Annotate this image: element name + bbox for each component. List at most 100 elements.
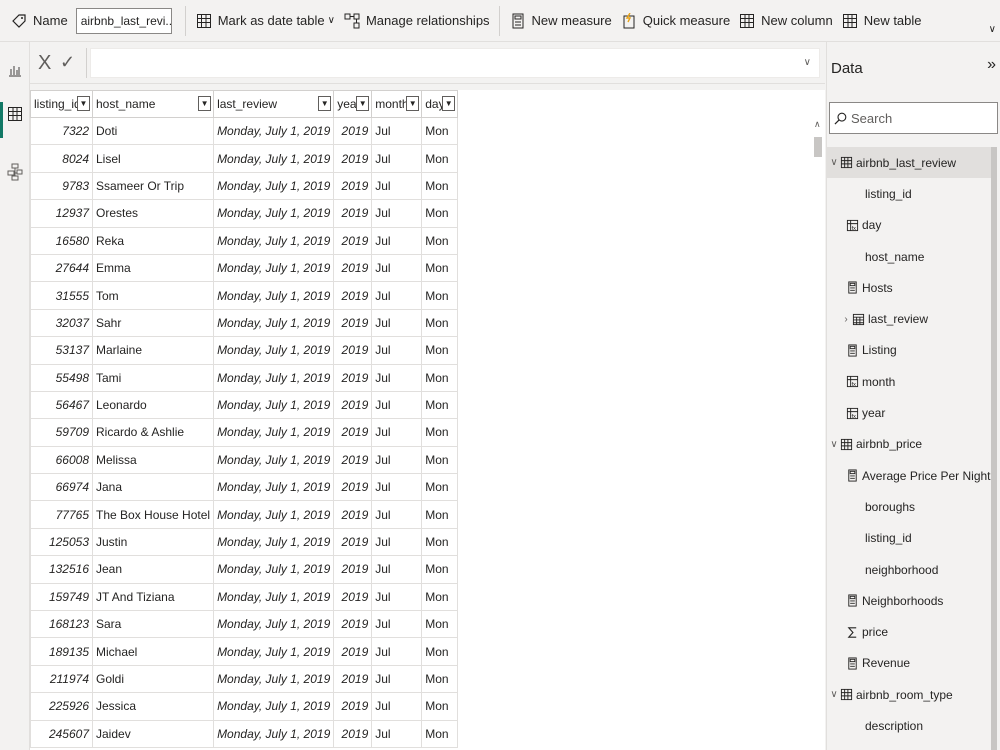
table-cell-last-review[interactable]: Monday, July 1, 2019	[213, 637, 335, 666]
table-cell-last-review[interactable]: Monday, July 1, 2019	[213, 171, 335, 201]
table-cell-listing-id[interactable]: 77765	[30, 500, 93, 529]
scroll-up-icon[interactable]: ∧	[814, 119, 821, 130]
table-cell-month[interactable]: Jul	[371, 144, 423, 173]
chevron-down-icon[interactable]: ∨	[829, 689, 839, 700]
table-cell-listing-id[interactable]: 56467	[30, 390, 93, 420]
table-cell-month[interactable]: Jul	[371, 473, 423, 502]
field-item-listing[interactable]: Listing	[827, 335, 993, 366]
table-cell-month[interactable]: Jul	[371, 226, 423, 255]
table-cell-host-name[interactable]: Emma	[91, 253, 215, 283]
table-cell-host-name[interactable]: Tom	[91, 281, 215, 310]
table-cell-day[interactable]: Mon	[421, 144, 459, 173]
column-header-4[interactable]: month ▼	[371, 90, 423, 118]
table-cell-last-review[interactable]: Monday, July 1, 2019	[213, 418, 335, 447]
name-input[interactable]: airbnb_last_revi...	[75, 7, 172, 34]
table-node-airbnb-room-type[interactable]: ∨ airbnb_room_type	[827, 679, 993, 710]
table-view-button[interactable]	[0, 100, 30, 138]
table-cell-year[interactable]: 2019	[333, 500, 373, 529]
table-cell-month[interactable]: Jul	[371, 308, 423, 338]
field-item-listing-id[interactable]: listing_id	[827, 178, 993, 209]
field-item-boroughs[interactable]: boroughs	[827, 491, 993, 522]
table-cell-host-name[interactable]: Jessica	[91, 692, 215, 721]
table-cell-host-name[interactable]: Ssameer Or Trip	[91, 171, 215, 201]
table-cell-year[interactable]: 2019	[333, 527, 373, 557]
field-item-listing-id[interactable]: listing_id	[827, 523, 993, 554]
table-node-airbnb-last-review[interactable]: ∨ airbnb_last_review	[827, 147, 993, 179]
table-cell-year[interactable]: 2019	[333, 363, 373, 392]
table-cell-month[interactable]: Jul	[371, 719, 423, 748]
table-cell-day[interactable]: Mon	[421, 719, 459, 748]
filter-dropdown-icon[interactable]: ▼	[77, 96, 90, 111]
table-cell-month[interactable]: Jul	[371, 610, 423, 639]
table-cell-last-review[interactable]: Monday, July 1, 2019	[213, 363, 335, 392]
table-cell-listing-id[interactable]: 27644	[30, 253, 93, 283]
table-cell-listing-id[interactable]: 211974	[30, 664, 93, 694]
table-cell-day[interactable]: Mon	[421, 692, 459, 721]
table-cell-host-name[interactable]: Sara	[91, 610, 215, 639]
table-cell-host-name[interactable]: Jana	[91, 473, 215, 502]
field-item-day[interactable]: fx day	[827, 210, 993, 241]
table-cell-listing-id[interactable]: 66974	[30, 473, 93, 502]
table-cell-day[interactable]: Mon	[421, 500, 459, 529]
table-cell-host-name[interactable]: Orestes	[91, 199, 215, 228]
table-cell-last-review[interactable]: Monday, July 1, 2019	[213, 445, 335, 475]
table-cell-month[interactable]: Jul	[371, 336, 423, 365]
table-cell-day[interactable]: Mon	[421, 199, 459, 228]
table-cell-month[interactable]: Jul	[371, 555, 423, 584]
field-item-average-price-per-night[interactable]: Average Price Per Night	[827, 460, 993, 491]
table-cell-year[interactable]: 2019	[333, 171, 373, 201]
model-view-button[interactable]	[0, 158, 30, 186]
table-cell-listing-id[interactable]: 159749	[30, 582, 93, 612]
new-table-button[interactable]: New table	[837, 5, 926, 37]
table-cell-year[interactable]: 2019	[333, 664, 373, 694]
table-cell-listing-id[interactable]: 125053	[30, 527, 93, 557]
table-cell-last-review[interactable]: Monday, July 1, 2019	[213, 582, 335, 612]
table-cell-host-name[interactable]: Ricardo & Ashlie	[91, 418, 215, 447]
field-item-month[interactable]: fx month	[827, 366, 993, 397]
commit-formula-icon[interactable]: ✓	[60, 52, 75, 73]
table-cell-listing-id[interactable]: 189135	[30, 637, 93, 666]
table-cell-year[interactable]: 2019	[333, 692, 373, 721]
table-cell-last-review[interactable]: Monday, July 1, 2019	[213, 199, 335, 228]
table-cell-year[interactable]: 2019	[333, 555, 373, 584]
field-item-description[interactable]: description	[827, 710, 993, 741]
table-cell-last-review[interactable]: Monday, July 1, 2019	[213, 500, 335, 529]
table-cell-day[interactable]: Mon	[421, 582, 459, 612]
field-item-host-name[interactable]: host_name	[827, 241, 993, 272]
cancel-formula-icon[interactable]: X	[38, 52, 51, 75]
table-cell-month[interactable]: Jul	[371, 390, 423, 420]
table-cell-month[interactable]: Jul	[371, 363, 423, 392]
column-header-0[interactable]: listing_id ▼	[30, 90, 93, 118]
data-search-input[interactable]: Search	[829, 102, 998, 134]
table-cell-day[interactable]: Mon	[421, 445, 459, 475]
grid-vertical-scrollbar[interactable]: ∧	[812, 115, 824, 750]
new-measure-button[interactable]: New measure	[505, 5, 616, 37]
table-cell-day[interactable]: Mon	[421, 308, 459, 338]
filter-dropdown-icon[interactable]: ▼	[442, 96, 456, 111]
table-cell-month[interactable]: Jul	[371, 281, 423, 310]
table-cell-last-review[interactable]: Monday, July 1, 2019	[213, 527, 335, 557]
table-cell-host-name[interactable]: Justin	[91, 527, 215, 557]
table-cell-listing-id[interactable]: 59709	[30, 418, 93, 447]
table-cell-listing-id[interactable]: 8024	[30, 144, 93, 173]
table-cell-month[interactable]: Jul	[371, 500, 423, 529]
table-cell-day[interactable]: Mon	[421, 637, 459, 666]
table-cell-day[interactable]: Mon	[421, 171, 459, 201]
table-cell-host-name[interactable]: JT And Tiziana	[91, 582, 215, 612]
table-cell-last-review[interactable]: Monday, July 1, 2019	[213, 664, 335, 694]
table-cell-year[interactable]: 2019	[333, 582, 373, 612]
table-cell-day[interactable]: Mon	[421, 336, 459, 365]
formula-input[interactable]: ∨	[90, 48, 820, 78]
table-cell-host-name[interactable]: Leonardo	[91, 390, 215, 420]
table-cell-last-review[interactable]: Monday, July 1, 2019	[213, 281, 335, 310]
table-cell-year[interactable]: 2019	[333, 445, 373, 475]
table-cell-month[interactable]: Jul	[371, 116, 423, 146]
column-header-5[interactable]: day ▼	[421, 90, 459, 118]
report-view-button[interactable]	[0, 56, 30, 84]
table-cell-month[interactable]: Jul	[371, 418, 423, 447]
table-node-airbnb-price[interactable]: ∨ airbnb_price	[827, 429, 993, 460]
filter-dropdown-icon[interactable]: ▼	[356, 96, 370, 111]
table-cell-listing-id[interactable]: 32037	[30, 308, 93, 338]
table-cell-last-review[interactable]: Monday, July 1, 2019	[213, 226, 335, 255]
table-cell-month[interactable]: Jul	[371, 199, 423, 228]
